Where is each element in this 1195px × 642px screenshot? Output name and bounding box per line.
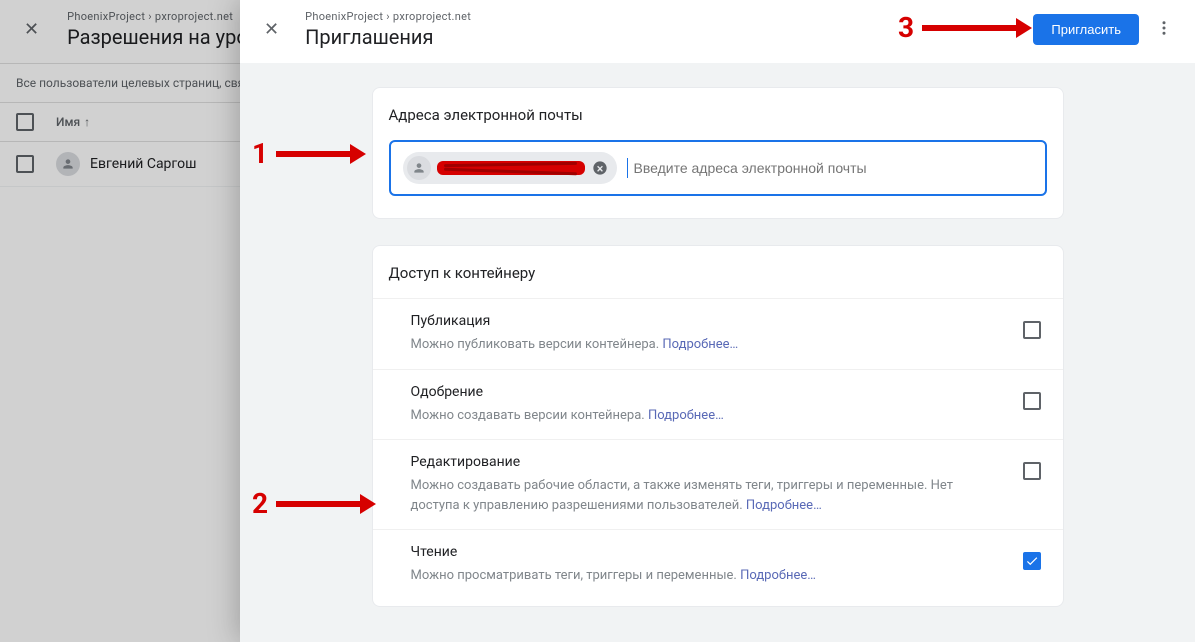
column-name[interactable]: Имя bbox=[56, 115, 80, 129]
user-name: Евгений Саргош bbox=[90, 156, 196, 172]
permission-checkbox[interactable] bbox=[1023, 462, 1041, 480]
email-card-title: Адреса электронной почты bbox=[389, 106, 1047, 124]
modal-header: ✕ PhoenixProject › pxroproject.net Пригл… bbox=[240, 0, 1195, 63]
email-text-input[interactable] bbox=[634, 160, 1033, 176]
select-all-checkbox[interactable] bbox=[16, 113, 34, 131]
email-chip[interactable] bbox=[403, 152, 617, 184]
access-card: Доступ к контейнеру Публикация Можно пуб… bbox=[372, 245, 1064, 607]
permission-label: Публикация bbox=[411, 313, 1005, 329]
invite-modal: ✕ PhoenixProject › pxroproject.net Пригл… bbox=[240, 0, 1195, 642]
modal-title: Приглашения bbox=[305, 25, 471, 49]
permission-label: Редактирование bbox=[411, 454, 1005, 470]
text-caret bbox=[627, 158, 628, 178]
permission-label: Чтение bbox=[411, 544, 1005, 560]
breadcrumb: PhoenixProject › pxroproject.net bbox=[67, 10, 259, 23]
close-icon[interactable]: ✕ bbox=[264, 19, 279, 40]
sort-ascending-icon: ↑ bbox=[84, 115, 90, 129]
learn-more-link[interactable]: Подробнее… bbox=[648, 408, 724, 423]
page-title: Разрешения на уров bbox=[67, 25, 259, 49]
learn-more-link[interactable]: Подробнее… bbox=[662, 337, 738, 352]
breadcrumb: PhoenixProject › pxroproject.net bbox=[305, 10, 471, 23]
invite-button[interactable]: Пригласить bbox=[1033, 14, 1139, 45]
permission-description: Можно создавать версии контейнера. Подро… bbox=[411, 406, 1005, 426]
email-card: Адреса электронной почты bbox=[372, 87, 1064, 219]
access-card-title: Доступ к контейнеру bbox=[373, 264, 1063, 282]
learn-more-link[interactable]: Подробнее… bbox=[746, 498, 822, 513]
avatar bbox=[56, 152, 80, 176]
permission-checkbox[interactable] bbox=[1023, 392, 1041, 410]
more-options-icon[interactable] bbox=[1149, 13, 1179, 47]
permission-description: Можно создавать рабочие области, а также… bbox=[411, 476, 1005, 515]
avatar-icon bbox=[407, 156, 431, 180]
permission-publish[interactable]: Публикация Можно публиковать версии конт… bbox=[373, 298, 1063, 369]
permission-checkbox[interactable] bbox=[1023, 552, 1041, 570]
remove-chip-icon[interactable] bbox=[591, 159, 609, 177]
row-checkbox[interactable] bbox=[16, 155, 34, 173]
permission-checkbox[interactable] bbox=[1023, 321, 1041, 339]
permission-edit[interactable]: Редактирование Можно создавать рабочие о… bbox=[373, 439, 1063, 529]
redacted-email bbox=[437, 161, 585, 175]
permission-description: Можно просматривать теги, триггеры и пер… bbox=[411, 566, 1005, 586]
email-input[interactable] bbox=[389, 140, 1047, 196]
learn-more-link[interactable]: Подробнее… bbox=[740, 568, 816, 583]
permission-label: Одобрение bbox=[411, 384, 1005, 400]
close-icon[interactable]: ✕ bbox=[24, 19, 39, 40]
permission-read[interactable]: Чтение Можно просматривать теги, триггер… bbox=[373, 529, 1063, 600]
permission-description: Можно публиковать версии контейнера. Под… bbox=[411, 335, 1005, 355]
permission-approve[interactable]: Одобрение Можно создавать версии контейн… bbox=[373, 369, 1063, 440]
